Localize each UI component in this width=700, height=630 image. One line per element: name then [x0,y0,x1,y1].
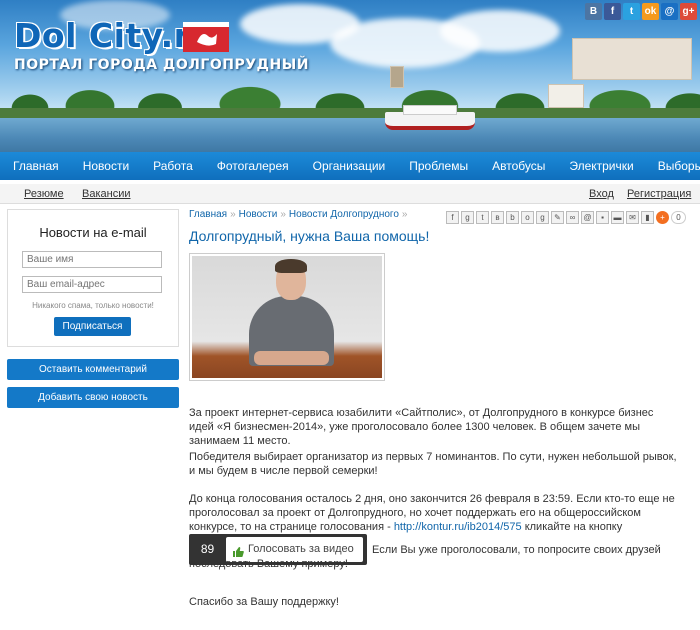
email-subscribe-box: Новости на e-mail Никакого спама, только… [7,209,179,347]
paragraph-3: До конца голосования осталось 2 дня, оно… [189,492,679,534]
photo-figure [275,259,307,273]
share-counter: 0 [671,211,686,224]
nav-news[interactable]: Новости [71,159,141,173]
twitter-icon[interactable]: t [623,3,640,20]
voting-link[interactable]: http://kontur.ru/ib2014/575 [394,521,522,533]
share-bar: f g t в b о g ✎ ∞ @ ▪ ▬ ✉ ▮ + 0 [446,211,686,224]
article-title: Долгопрудный, нужна Ваша помощь! [189,228,430,244]
more-share-icon[interactable]: + [656,211,669,224]
article: Главная» Новости» Новости Долгопрудного» f… [189,209,694,608]
nav-trains[interactable]: Электрички [557,159,645,173]
bookmark-share-icon[interactable]: b [506,211,519,224]
article-photo [189,253,385,381]
vk-icon[interactable]: B [585,3,602,20]
googleplus-share-icon[interactable]: g [536,211,549,224]
link-share-icon[interactable]: ∞ [566,211,579,224]
register-link[interactable]: Регистрация [627,188,691,200]
odnoklassniki-share-icon[interactable]: о [521,211,534,224]
cloud-decoration [440,10,560,52]
email-input[interactable] [22,276,162,293]
paragraph-1: За проект интернет-сервиса юзабилити «Са… [189,407,654,447]
site-subtitle: ПОРТАЛ ГОРОДА ДОЛГОПРУДНЫЙ [14,57,309,73]
facebook-icon[interactable]: f [604,3,621,20]
photo-of-young-man [192,256,382,378]
social-links: B f t ok @ g+ [585,3,697,20]
googleplus-icon[interactable]: g+ [680,3,697,20]
sidebar: Новости на e-mail Никакого спама, только… [7,209,179,408]
breadcrumb-home[interactable]: Главная [189,209,227,220]
river-boat [385,105,475,130]
google-share-icon[interactable]: g [461,211,474,224]
apartment-building [572,38,692,80]
odnoklassniki-icon[interactable]: ok [642,3,659,20]
breadcrumb-separator: » [230,209,236,220]
no-spam-hint: Никакого спама, только новости! [32,301,154,310]
breadcrumb-separator: » [401,209,408,220]
paragraph-5: Спасибо за Вашу поддержку! [189,596,339,608]
add-news-button[interactable]: Добавить свою новость [7,387,179,408]
email-box-title: Новости на e-mail [39,225,147,240]
print-share-icon[interactable]: ▬ [611,211,624,224]
blogger-share-icon[interactable]: ▪ [596,211,609,224]
breadcrumb-city-news[interactable]: Новости Долгопрудного [289,209,399,220]
moimir-share-icon[interactable]: @ [581,211,594,224]
login-link[interactable]: Вход [589,188,614,200]
subscribe-button[interactable]: Подписаться [54,317,131,336]
nav-gallery[interactable]: Фотогалерея [205,159,301,173]
nav-jobs[interactable]: Работа [141,159,205,173]
twitter-share-icon[interactable]: t [476,211,489,224]
lake-water [0,118,700,152]
sub-nav: Резюме Вакансии Вход Регистрация [0,184,700,204]
paragraph-2: Победителя выбирает организатор из первы… [189,451,677,477]
livejournal-share-icon[interactable]: ✎ [551,211,564,224]
church-building [548,84,584,108]
paragraph-3-end: кликайте на кнопку [521,521,623,533]
photo-figure [254,351,329,365]
breadcrumb-separator: » [280,209,286,220]
leave-comment-button[interactable]: Оставить комментарий [7,359,179,380]
nav-problems[interactable]: Проблемы [397,159,480,173]
facebook-share-icon[interactable]: f [446,211,459,224]
nav-elections[interactable]: Выборы 2014 [646,159,700,173]
city-flag-icon [183,22,229,52]
nav-home[interactable]: Главная [0,159,71,173]
resume-link[interactable]: Резюме [24,188,64,200]
name-input[interactable] [22,251,162,268]
mailru-icon[interactable]: @ [661,3,678,20]
nav-buses[interactable]: Автобусы [480,159,557,173]
paragraph-4: Если Вы уже проголосовали, то попросите … [189,544,661,570]
site-header: Dol City.ru ПОРТАЛ ГОРОДА ДОЛГОПРУДНЫЙ B… [0,0,700,152]
main-nav: Главная Новости Работа Фотогалерея Орган… [0,152,700,180]
nav-organizations[interactable]: Организации [301,159,398,173]
mail-share-icon[interactable]: ✉ [626,211,639,224]
favorites-share-icon[interactable]: ▮ [641,211,654,224]
vk-share-icon[interactable]: в [491,211,504,224]
vacancies-link[interactable]: Вакансии [82,188,131,200]
breadcrumb-news[interactable]: Новости [239,209,278,220]
